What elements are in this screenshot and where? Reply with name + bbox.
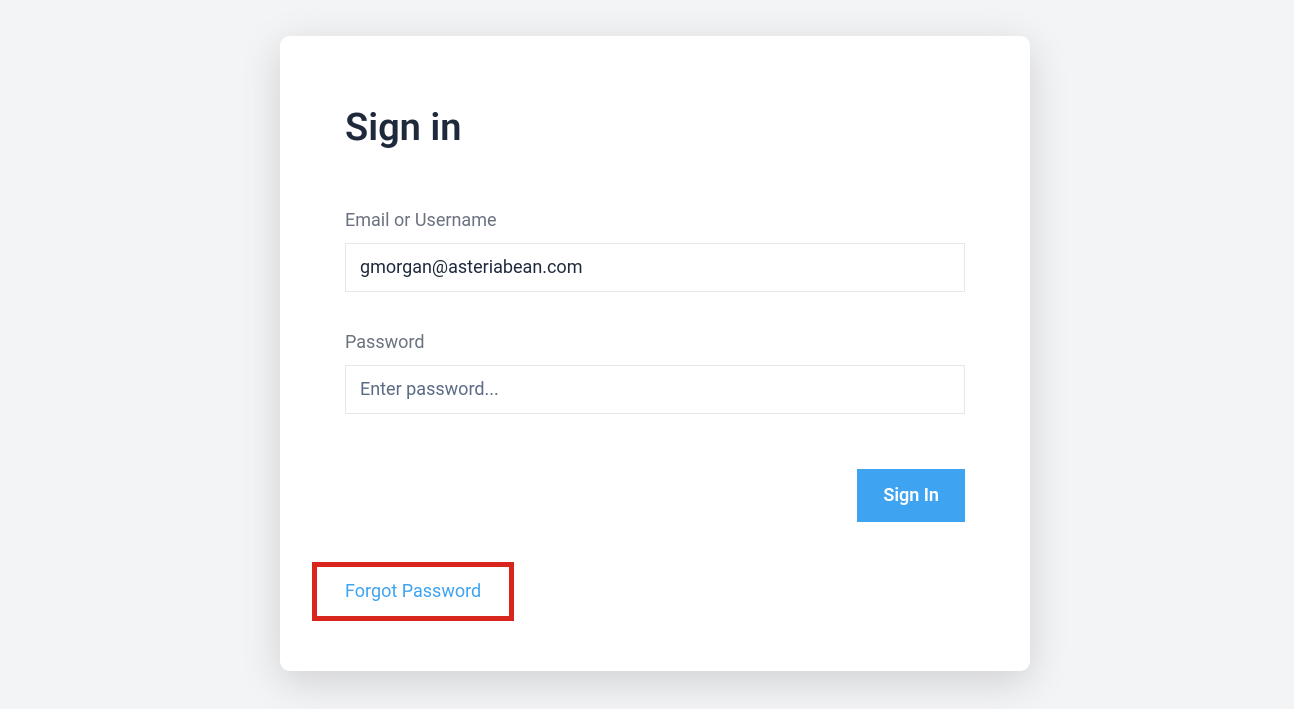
signin-card: Sign in Email or Username Password Sign … [280,36,1030,671]
forgot-password-link[interactable]: Forgot Password [345,581,481,602]
signin-button[interactable]: Sign In [857,469,965,522]
email-label: Email or Username [345,210,965,231]
email-field-group: Email or Username [345,210,965,292]
password-field-group: Password [345,332,965,414]
button-row: Sign In [345,469,965,522]
highlight-annotation: Forgot Password [312,562,514,621]
forgot-container: Forgot Password [312,562,514,621]
password-input[interactable] [345,365,965,414]
email-input[interactable] [345,243,965,292]
page-title: Sign in [345,106,965,150]
password-label: Password [345,332,965,353]
